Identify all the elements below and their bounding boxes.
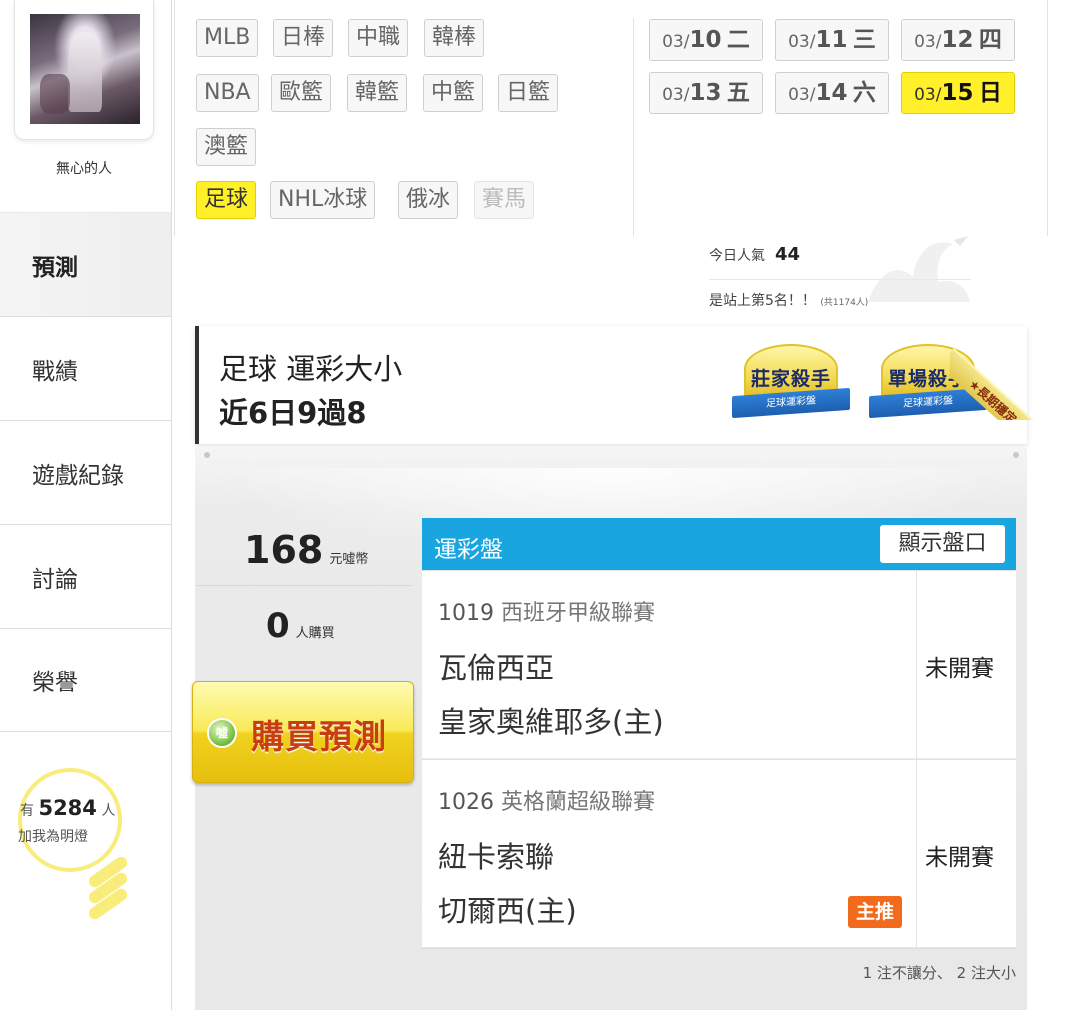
long-term-stable-ribbon: ★長期穩定★ — [950, 320, 1054, 420]
fans-caption: 加我為明燈 — [18, 829, 88, 845]
away-team: 瓦倫西亞 — [438, 651, 555, 685]
popularity-divider — [709, 279, 971, 280]
sport-tag-china-basketball[interactable]: 中籃 — [423, 74, 484, 112]
lightbulb-follow[interactable]: 有 5284 人 加我為明燈 — [14, 768, 154, 922]
table-row[interactable]: 1019 西班牙甲級聯賽 瓦倫西亞 皇家奧維耶多(主) 未開賽 — [422, 570, 1016, 759]
home-team: 皇家奧維耶多(主) — [438, 705, 664, 739]
table-bottom-border — [422, 948, 1016, 949]
sport-tag-japan-basketball[interactable]: 日籃 — [498, 74, 559, 112]
sport-tag-cpbl[interactable]: 中職 — [348, 19, 409, 57]
popularity-today: 今日人氣 44 — [709, 244, 801, 265]
sport-tag-soccer[interactable]: 足球 — [196, 181, 257, 219]
pin-left-icon — [204, 452, 210, 458]
sport-tag-horse-racing: 賽馬 — [474, 181, 535, 219]
sidebar-item-record[interactable]: 戰績 — [0, 316, 172, 420]
show-odds-button[interactable]: 顯示盤口 — [880, 525, 1005, 563]
badge-bookmaker-killer: 莊家殺手 足球運彩盤 — [732, 344, 850, 422]
username[interactable]: 無心的人 — [0, 158, 168, 178]
game-league: 1026 英格蘭超級聯賽 — [438, 790, 656, 815]
banner-title: 足球 運彩大小 — [219, 352, 403, 386]
avatar-card[interactable] — [14, 0, 154, 140]
pin-right-icon — [1013, 452, 1019, 458]
sidebar-item-honors[interactable]: 榮譽 — [0, 628, 172, 732]
fans-count: 有 5284 人 — [20, 796, 116, 820]
sport-tag-npb[interactable]: 日棒 — [273, 19, 334, 57]
date-0311[interactable]: 03/11 三 — [775, 19, 889, 61]
sport-tag-kbo[interactable]: 韓棒 — [424, 19, 485, 57]
date-0313[interactable]: 03/13 五 — [649, 72, 763, 114]
date-0315[interactable]: 03/15 日 — [901, 72, 1015, 114]
decorative-bird-icon — [868, 236, 970, 302]
away-team: 紐卡索聯 — [438, 840, 555, 874]
table-row[interactable]: 1026 英格蘭超級聯賽 紐卡索聯 切爾西(主) 主推 未開賽 — [422, 759, 1016, 948]
bet-count-note: 1 注不讓分、 2 注大小 — [862, 964, 1016, 982]
banner-record: 近6日9過8 — [219, 396, 367, 430]
buy-prediction-label: 購買預測 — [251, 717, 387, 756]
date-0312[interactable]: 03/12 四 — [901, 19, 1015, 61]
price-divider — [196, 585, 412, 586]
sport-tag-khl[interactable]: 俄冰 — [398, 181, 459, 219]
buy-prediction-button[interactable]: 噓 購買預測 — [192, 681, 414, 783]
sidebar-item-discussion[interactable]: 討論 — [0, 524, 172, 628]
sidebar: 無心的人 預測 戰績 遊戲紀錄 討論 榮譽 有 5284 人 加我為明燈 — [0, 0, 172, 1010]
lightbulb-icon — [18, 768, 122, 872]
avatar[interactable] — [30, 14, 140, 124]
game-league: 1019 西班牙甲級聯賽 — [438, 601, 656, 626]
sport-tag-nba[interactable]: NBA — [196, 74, 259, 112]
status-cell: 未開賽 — [916, 571, 1016, 759]
sport-tag-mlb[interactable]: MLB — [196, 19, 259, 57]
popularity-rank: 是站上第5名！！ (共1174人) — [709, 293, 869, 309]
prediction-banner: 足球 運彩大小 近6日9過8 莊家殺手 足球運彩盤 單場殺手 足球運彩盤 — [195, 326, 1027, 444]
date-0310[interactable]: 03/10 二 — [649, 19, 763, 61]
games-table-header: 運彩盤 顯示盤口 — [422, 518, 1016, 570]
date-0314[interactable]: 03/14 六 — [775, 72, 889, 114]
sidebar-item-game-history[interactable]: 遊戲紀錄 — [0, 420, 172, 524]
sidebar-item-predictions[interactable]: 預測 — [0, 212, 172, 316]
status-cell: 未開賽 — [916, 760, 1016, 948]
lightbulb-base-icon — [86, 854, 130, 922]
sport-tag-nhl[interactable]: NHL冰球 — [270, 181, 376, 219]
sport-tag-euro-basketball[interactable]: 歐籃 — [271, 74, 332, 112]
sport-tag-korea-basketball[interactable]: 韓籃 — [347, 74, 408, 112]
coin-icon: 噓 — [207, 718, 237, 748]
sport-tag-australia-basketball[interactable]: 澳籃 — [196, 128, 257, 166]
filter-divider — [633, 18, 634, 236]
games-table-title: 運彩盤 — [434, 537, 503, 563]
game-status: 未開賽 — [925, 845, 994, 871]
game-status: 未開賽 — [925, 656, 994, 682]
price: 168 元噓幣 — [244, 528, 369, 572]
main-pick-badge: 主推 — [848, 896, 902, 928]
home-team: 切爾西(主) — [438, 894, 577, 928]
buyer-count: 0 人購買 — [266, 606, 335, 646]
